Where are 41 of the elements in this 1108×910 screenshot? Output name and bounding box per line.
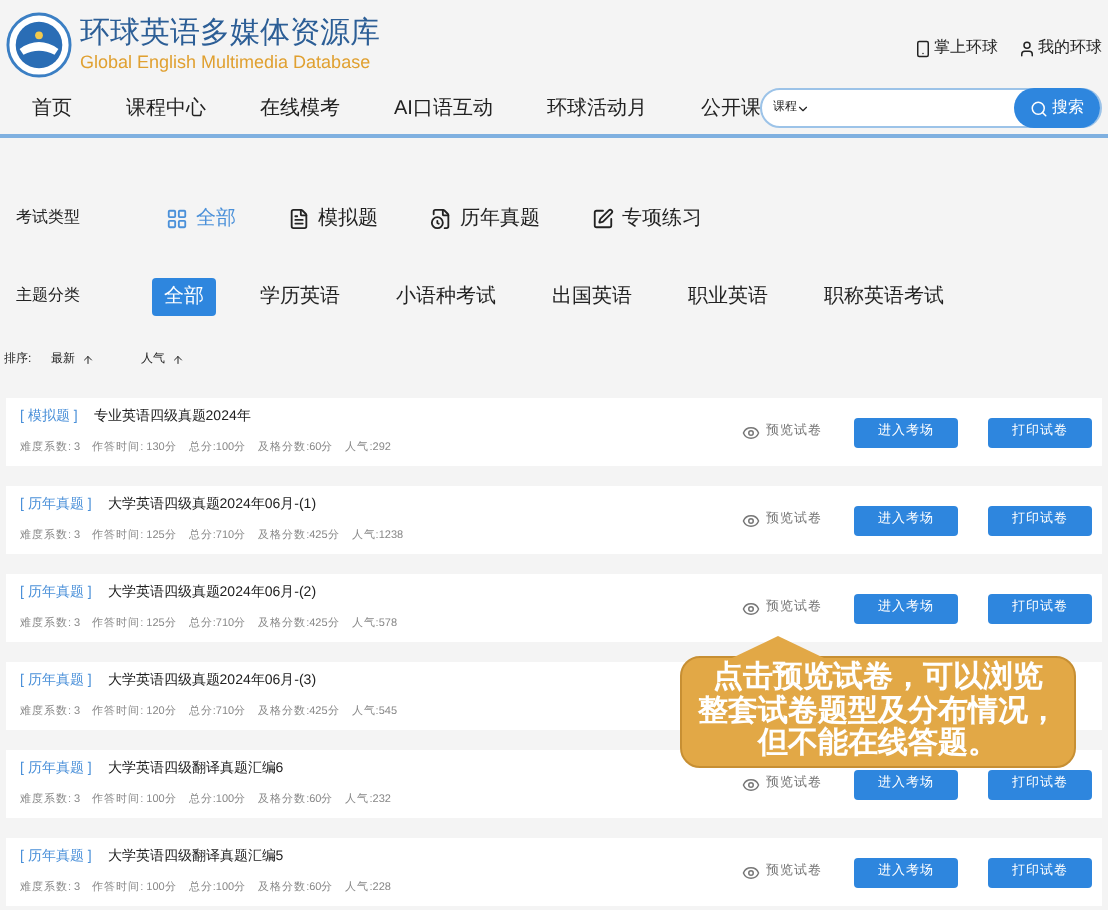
eye-icon [742, 863, 760, 881]
filter-label: 考试类型 [16, 206, 82, 230]
topic-tab[interactable]: 小语种考试 [384, 277, 508, 315]
topic-tab[interactable]: 全部 [152, 277, 216, 315]
document-clock-icon [430, 207, 452, 229]
search-button[interactable]: 搜索 [1014, 88, 1100, 128]
site-subtitle: Global English Multimedia Database [80, 53, 373, 71]
document-icon [288, 207, 310, 229]
topic-tab[interactable]: 学历英语 [248, 277, 352, 315]
callout-text: 整套试卷题型及分布情况， [698, 695, 1058, 727]
nav-link[interactable]: 环球活动月 [546, 93, 647, 123]
arrow-up-icon [81, 354, 94, 366]
nav-link[interactable]: 课程中心 [126, 93, 206, 123]
eye-icon [742, 599, 760, 617]
chevron-down-icon [796, 101, 811, 115]
eye-icon [742, 775, 760, 793]
topic-tab[interactable]: 出国英语 [540, 277, 644, 315]
nav-link[interactable]: 首页 [32, 93, 72, 123]
exam-type-tab[interactable]: 专项练习 [592, 203, 702, 233]
topic-tab[interactable]: 职业英语 [676, 277, 780, 315]
mobile-link[interactable]: 掌上环球 [914, 36, 998, 60]
phone-icon [914, 39, 932, 57]
search-icon [1030, 99, 1048, 117]
nav-link[interactable]: AI口语互动 [394, 93, 493, 123]
eye-icon [742, 511, 760, 529]
site-title: 环球英语多媒体资源库 [80, 17, 380, 47]
edit-icon [592, 207, 614, 229]
eye-icon [742, 423, 760, 441]
account-link[interactable]: 我的环球 [1018, 36, 1102, 60]
topic-tab[interactable]: 职称英语考试 [812, 277, 956, 315]
callout-text: 点击预览试卷，可以浏览 [713, 662, 1043, 694]
nav-link[interactable]: 公开课 [700, 93, 761, 123]
nav-link[interactable]: 在线模考 [260, 93, 340, 123]
user-icon [1018, 39, 1036, 57]
filter-label: 主题分类 [16, 284, 82, 308]
arrow-up-icon [171, 354, 184, 366]
exam-type-tab[interactable]: 模拟题 [288, 203, 378, 233]
exam-type-tab[interactable]: 历年真题 [430, 203, 540, 233]
logo-icon [6, 11, 72, 77]
grid-icon [166, 207, 188, 229]
callout-text: 但不能在线答题。 [758, 728, 998, 761]
